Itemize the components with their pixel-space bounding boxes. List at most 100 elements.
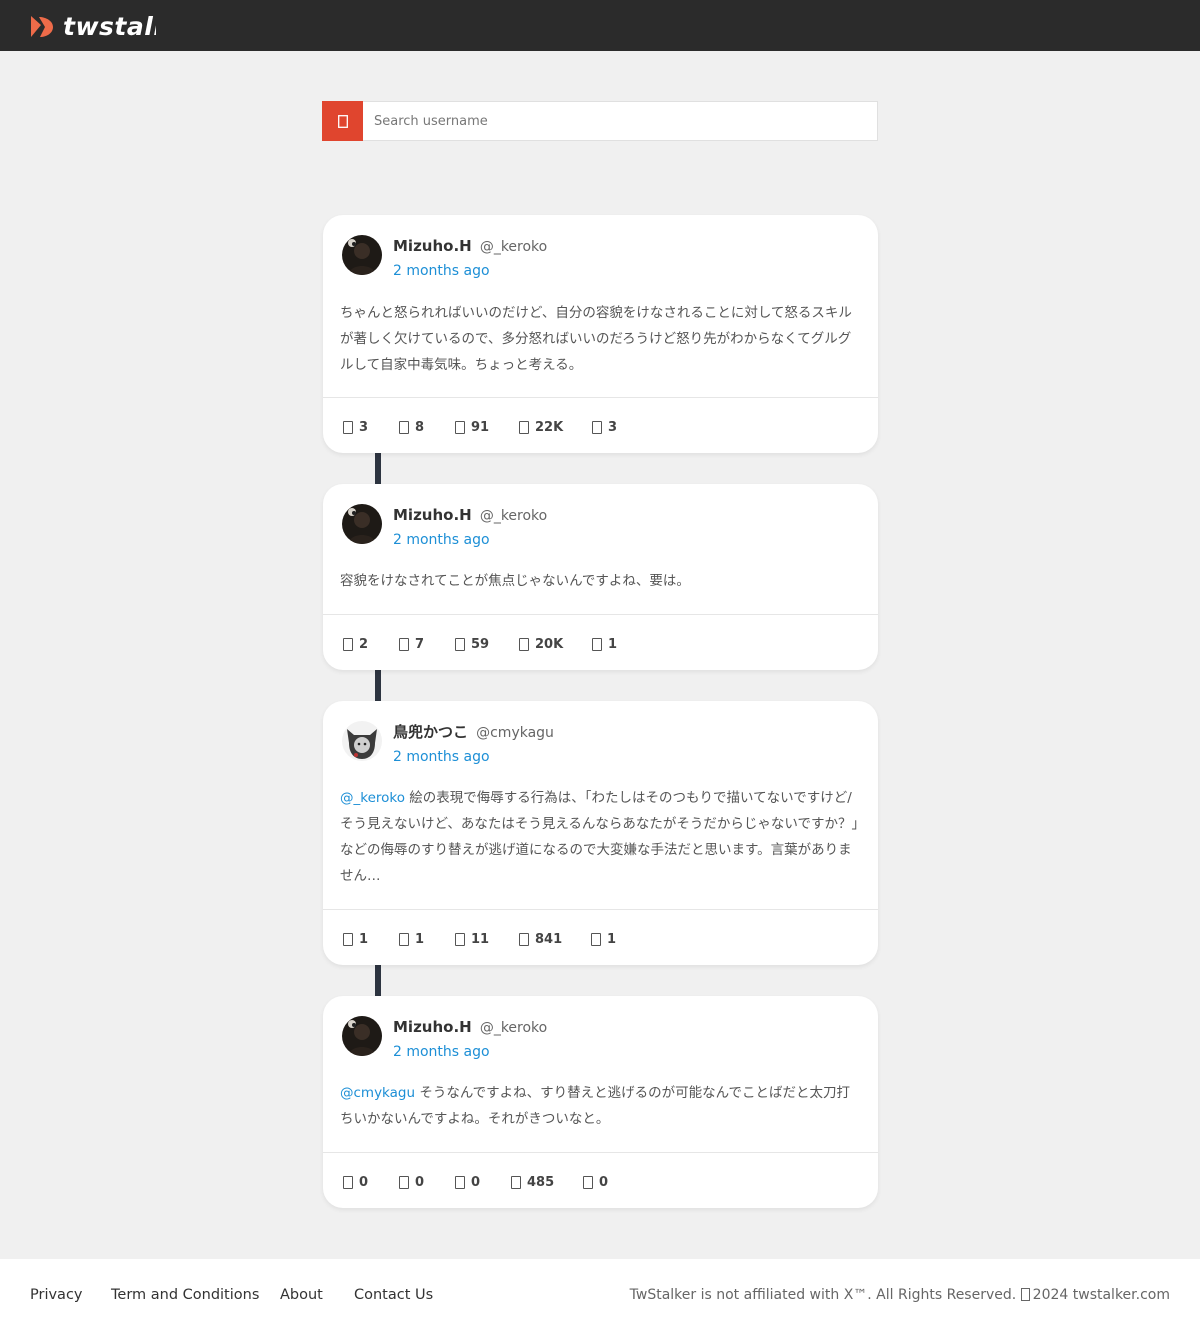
stat-value: 20K bbox=[535, 636, 564, 652]
retweet-icon bbox=[399, 1175, 409, 1189]
stat-value: 8 bbox=[415, 419, 425, 435]
view-count[interactable]: 485 bbox=[511, 1173, 554, 1191]
reply-icon bbox=[343, 420, 353, 434]
mention-link[interactable]: @cmykagu bbox=[340, 1085, 415, 1101]
bookmark-icon bbox=[591, 932, 601, 946]
avatar[interactable] bbox=[342, 721, 382, 761]
tweet-card: Mizuho.H @_keroko 2 months ago ちゃんと怒られれば… bbox=[323, 215, 878, 453]
author-name[interactable]: 鳥兜かつこ bbox=[393, 723, 468, 741]
avatar[interactable] bbox=[342, 1016, 382, 1056]
author-name[interactable]: Mizuho.H bbox=[393, 237, 472, 255]
like-count[interactable]: 11 bbox=[455, 930, 489, 948]
footer-link-terms[interactable]: Term and Conditions bbox=[111, 1286, 259, 1304]
stat-value: 1 bbox=[415, 931, 425, 947]
footer-link-about[interactable]: About bbox=[280, 1286, 323, 1304]
reply-count[interactable]: 1 bbox=[343, 930, 368, 948]
view-count[interactable]: 22K bbox=[519, 418, 563, 436]
stat-value: 91 bbox=[471, 419, 490, 435]
author-handle[interactable]: @_keroko bbox=[480, 1020, 547, 1036]
tweet-text: @_keroko 絵の表現で侮辱する行為は、「わたしはそのつもりで描いてないです… bbox=[340, 785, 861, 889]
avatar[interactable] bbox=[342, 235, 382, 275]
tweet-stats: 0 0 0 485 0 bbox=[323, 1152, 878, 1208]
mention-link[interactable]: @_keroko bbox=[340, 790, 405, 806]
like-count[interactable]: 91 bbox=[455, 418, 489, 436]
stat-value: 7 bbox=[415, 636, 425, 652]
stat-value: 22K bbox=[535, 419, 564, 435]
bookmark-count[interactable]: 3 bbox=[592, 418, 617, 436]
bookmark-count[interactable]: 0 bbox=[583, 1173, 608, 1191]
tweet-body: ちゃんと怒られればいいのだけど、自分の容貌をけなされることに対して怒るスキルが著… bbox=[340, 305, 852, 373]
stat-value: 0 bbox=[471, 1174, 481, 1190]
stat-value: 0 bbox=[415, 1174, 425, 1190]
like-icon bbox=[455, 1175, 465, 1189]
author-handle[interactable]: @_keroko bbox=[480, 508, 547, 524]
retweet-count[interactable]: 8 bbox=[399, 418, 424, 436]
search-button[interactable] bbox=[322, 101, 363, 141]
stat-value: 1 bbox=[607, 931, 617, 947]
copyright-text: TwStalker is not affiliated with X™. All… bbox=[629, 1287, 1017, 1303]
copyright-notice: TwStalker is not affiliated with X™. All… bbox=[630, 1286, 1170, 1304]
search-icon bbox=[337, 114, 348, 128]
view-count[interactable]: 841 bbox=[519, 930, 562, 948]
bookmark-count[interactable]: 1 bbox=[591, 930, 616, 948]
bookmark-count[interactable]: 1 bbox=[592, 635, 617, 653]
bookmark-icon bbox=[592, 637, 602, 651]
tweet-stats: 3 8 91 22K 3 bbox=[323, 397, 878, 453]
views-icon bbox=[519, 932, 529, 946]
reply-icon bbox=[343, 1175, 353, 1189]
tweet-time-link[interactable]: 2 months ago bbox=[393, 262, 490, 280]
tweet-time-link[interactable]: 2 months ago bbox=[393, 1043, 490, 1061]
tweet-header: Mizuho.H @_keroko 2 months ago bbox=[342, 504, 859, 554]
tweet-body: 容貌をけなされてことが焦点じゃないんですよね、要は。 bbox=[340, 573, 690, 589]
tweet-stats: 1 1 11 841 1 bbox=[323, 909, 878, 965]
footer-link-contact[interactable]: Contact Us bbox=[354, 1286, 433, 1304]
thread-connector bbox=[375, 670, 381, 702]
retweet-count[interactable]: 1 bbox=[399, 930, 424, 948]
stat-value: 3 bbox=[608, 419, 618, 435]
like-icon bbox=[455, 932, 465, 946]
like-count[interactable]: 0 bbox=[455, 1173, 480, 1191]
retweet-icon bbox=[399, 420, 409, 434]
tweet-body: 絵の表現で侮辱する行為は、「わたしはそのつもりで描いてないですけど/そう見えない… bbox=[340, 790, 859, 884]
retweet-count[interactable]: 7 bbox=[399, 635, 424, 653]
copyright-year: 2024 twstalker.com bbox=[1032, 1287, 1170, 1303]
reply-count[interactable]: 2 bbox=[343, 635, 368, 653]
reply-icon bbox=[343, 637, 353, 651]
footer-link-privacy[interactable]: Privacy bbox=[30, 1286, 83, 1304]
reply-icon bbox=[343, 932, 353, 946]
avatar-image bbox=[342, 1016, 382, 1056]
author-name[interactable]: Mizuho.H bbox=[393, 506, 472, 524]
view-count[interactable]: 20K bbox=[519, 635, 563, 653]
tweet-card: 鳥兜かつこ @cmykagu 2 months ago @_keroko 絵の表… bbox=[323, 701, 878, 965]
tweet-time-link[interactable]: 2 months ago bbox=[393, 748, 490, 766]
bookmark-icon bbox=[592, 420, 602, 434]
tweet-header: 鳥兜かつこ @cmykagu 2 months ago bbox=[342, 721, 859, 771]
brand-logo-link[interactable]: twstalker bbox=[28, 10, 156, 42]
search-input[interactable] bbox=[363, 102, 877, 140]
author-handle[interactable]: @cmykagu bbox=[476, 725, 554, 741]
like-icon bbox=[455, 420, 465, 434]
thread-connector bbox=[375, 453, 381, 485]
retweet-count[interactable]: 0 bbox=[399, 1173, 424, 1191]
stat-value: 485 bbox=[527, 1174, 555, 1190]
bookmark-icon bbox=[583, 1175, 593, 1189]
top-navbar: twstalker bbox=[0, 0, 1200, 51]
avatar[interactable] bbox=[342, 504, 382, 544]
reply-count[interactable]: 0 bbox=[343, 1173, 368, 1191]
avatar-image bbox=[342, 235, 382, 275]
tweet-time-link[interactable]: 2 months ago bbox=[393, 531, 490, 549]
stat-value: 3 bbox=[359, 419, 369, 435]
tweet-header: Mizuho.H @_keroko 2 months ago bbox=[342, 235, 859, 285]
stat-value: 59 bbox=[471, 636, 490, 652]
author-name[interactable]: Mizuho.H bbox=[393, 1018, 472, 1036]
tweet-body: そうなんですよね、すり替えと逃げるのが可能なんでことばだと太刀打ちいかないんです… bbox=[340, 1085, 850, 1127]
reply-count[interactable]: 3 bbox=[343, 418, 368, 436]
avatar-image bbox=[342, 504, 382, 544]
tweet-text: 容貌をけなされてことが焦点じゃないんですよね、要は。 bbox=[340, 568, 861, 594]
views-icon bbox=[519, 637, 529, 651]
author-handle[interactable]: @_keroko bbox=[480, 239, 547, 255]
stat-value: 11 bbox=[471, 931, 490, 947]
tweet-stats: 2 7 59 20K 1 bbox=[323, 614, 878, 670]
stat-value: 1 bbox=[608, 636, 618, 652]
like-count[interactable]: 59 bbox=[455, 635, 489, 653]
